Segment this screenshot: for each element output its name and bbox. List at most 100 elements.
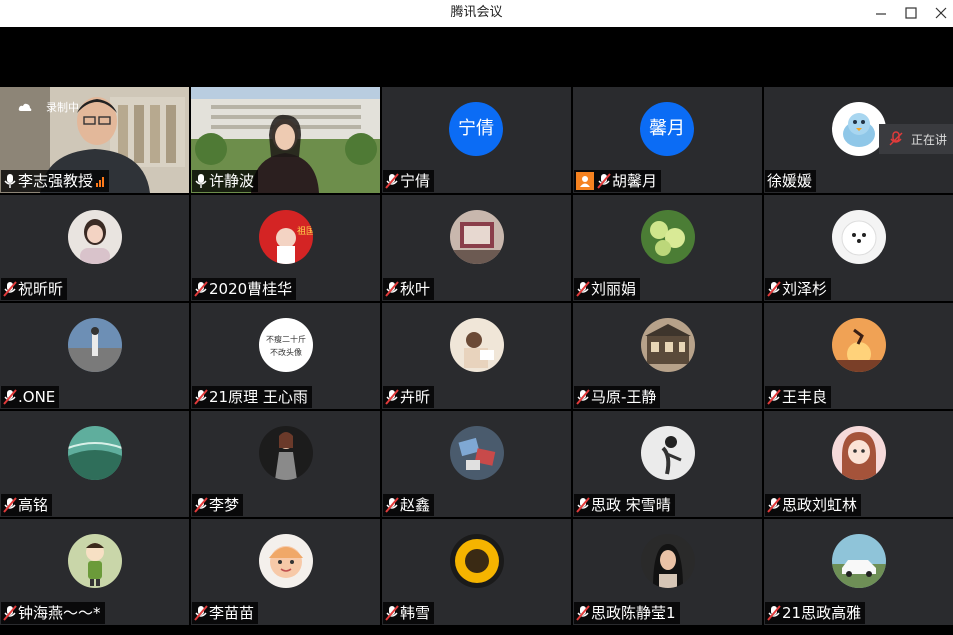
text-avatar: 馨月 bbox=[640, 102, 694, 156]
blue-cards-avatar bbox=[450, 426, 504, 480]
participant-tile[interactable]: 韩雪 bbox=[382, 519, 571, 625]
participant-grid: 录制中 李志强教授 许静波 宁倩 宁倩 馨月 胡馨月 徐媛媛 祝昕昕 祖国 2020曹桂华 秋叶 刘丽娟… bbox=[0, 87, 953, 627]
sunflower-avatar bbox=[450, 534, 504, 588]
muted-mic-icon bbox=[194, 389, 208, 405]
muted-mic-icon bbox=[194, 281, 208, 297]
participant-nameplate: 2020曹桂华 bbox=[192, 278, 297, 300]
participant-tile[interactable]: 录制中 李志强教授 bbox=[0, 87, 189, 193]
participant-name: 徐媛媛 bbox=[767, 172, 813, 190]
participant-nameplate: 许静波 bbox=[192, 170, 259, 192]
speaking-indicator: 正在讲 bbox=[879, 124, 953, 154]
minimize-button[interactable] bbox=[866, 0, 896, 27]
participant-nameplate: 祝昕昕 bbox=[1, 278, 68, 300]
cartoon-bird-avatar bbox=[832, 102, 886, 156]
participant-tile[interactable]: 李苗苗 bbox=[191, 519, 380, 625]
minimize-icon bbox=[876, 13, 886, 15]
participant-name: 钟海燕～～* bbox=[18, 604, 101, 622]
participant-tile[interactable]: 刘泽杉 bbox=[764, 195, 953, 301]
recording-label: 录制中 bbox=[46, 101, 79, 114]
participant-nameplate: 刘泽杉 bbox=[765, 278, 832, 300]
cartoon-kid-avatar bbox=[68, 534, 122, 588]
participant-tile[interactable]: 王丰良 bbox=[764, 303, 953, 409]
participant-tile[interactable]: 思政陈静莹1 bbox=[573, 519, 762, 625]
participant-tile[interactable]: 钟海燕～～* bbox=[0, 519, 189, 625]
participant-tile[interactable]: 卉昕 bbox=[382, 303, 571, 409]
participant-name: .ONE bbox=[18, 388, 56, 406]
participant-name: 李苗苗 bbox=[209, 604, 255, 622]
fruit-tree-avatar bbox=[641, 210, 695, 264]
participant-tile[interactable]: 21思政高雅 bbox=[764, 519, 953, 625]
text-caption-avatar: 不瘦二十斤 不改头像 bbox=[259, 318, 313, 372]
muted-mic-icon bbox=[385, 389, 399, 405]
participant-name: 2020曹桂华 bbox=[209, 280, 293, 298]
participant-tile[interactable]: 祝昕昕 bbox=[0, 195, 189, 301]
participant-name: 卉昕 bbox=[400, 388, 431, 406]
microphone-icon bbox=[195, 174, 207, 188]
participant-name: 思政 宋雪晴 bbox=[591, 496, 671, 514]
old-house-avatar bbox=[641, 318, 695, 372]
participant-nameplate: 李梦 bbox=[192, 494, 244, 516]
participant-tile[interactable]: 马原-王静 bbox=[573, 303, 762, 409]
participant-name: 刘丽娟 bbox=[591, 280, 637, 298]
avatar-caption-line-1: 不瘦二十斤 bbox=[266, 335, 306, 344]
participant-name: 21原理 王心雨 bbox=[209, 388, 308, 406]
muted-mic-icon bbox=[576, 497, 590, 513]
muted-mic-icon bbox=[385, 281, 399, 297]
girl-portrait-avatar bbox=[68, 210, 122, 264]
cartoon-face-avatar bbox=[259, 534, 313, 588]
participant-nameplate: 刘丽娟 bbox=[574, 278, 641, 300]
participant-tile[interactable]: .ONE bbox=[0, 303, 189, 409]
participant-nameplate: 王丰良 bbox=[765, 386, 832, 408]
muted-mic-icon bbox=[3, 389, 17, 405]
participant-nameplate: 秋叶 bbox=[383, 278, 435, 300]
muted-mic-icon bbox=[767, 605, 781, 621]
speaking-label: 正在讲 bbox=[911, 132, 948, 147]
audio-level-icon bbox=[96, 175, 105, 187]
cloud-record-icon bbox=[18, 103, 32, 111]
muted-mic-icon bbox=[767, 497, 781, 513]
participant-tile[interactable]: 高铭 bbox=[0, 411, 189, 517]
muted-mic-icon bbox=[194, 605, 208, 621]
sunset-jump-avatar bbox=[832, 318, 886, 372]
participant-nameplate: 徐媛媛 bbox=[765, 170, 817, 192]
muted-mic-icon bbox=[3, 497, 17, 513]
participant-tile[interactable]: 秋叶 bbox=[382, 195, 571, 301]
close-button[interactable] bbox=[926, 0, 953, 27]
participant-name: 刘泽杉 bbox=[782, 280, 828, 298]
participant-tile[interactable]: 赵鑫 bbox=[382, 411, 571, 517]
participant-tile[interactable]: 思政刘虹林 bbox=[764, 411, 953, 517]
close-icon bbox=[935, 7, 947, 19]
maximize-button[interactable] bbox=[896, 0, 926, 27]
muted-mic-icon bbox=[3, 605, 17, 621]
recording-indicator: 录制中 bbox=[18, 99, 79, 115]
muted-mic-icon bbox=[385, 605, 399, 621]
participant-nameplate: 赵鑫 bbox=[383, 494, 435, 516]
participant-nameplate: 李苗苗 bbox=[192, 602, 259, 624]
participant-name: 思政刘虹林 bbox=[782, 496, 858, 514]
green-landscape-avatar bbox=[68, 426, 122, 480]
participant-tile[interactable]: 许静波 bbox=[191, 87, 380, 193]
participant-name: 秋叶 bbox=[400, 280, 431, 298]
participant-nameplate: 思政陈静莹1 bbox=[574, 602, 680, 624]
window-title: 腾讯会议 bbox=[450, 5, 503, 20]
muted-mic-icon bbox=[385, 173, 399, 189]
participant-tile[interactable]: 李梦 bbox=[191, 411, 380, 517]
participant-tile[interactable]: 刘丽娟 bbox=[573, 195, 762, 301]
muted-mic-icon bbox=[576, 389, 590, 405]
muted-mic-icon bbox=[385, 497, 399, 513]
participant-name: 许静波 bbox=[209, 172, 255, 190]
participant-name: 李梦 bbox=[209, 496, 240, 514]
participant-tile[interactable]: 宁倩 宁倩 bbox=[382, 87, 571, 193]
text-avatar: 宁倩 bbox=[449, 102, 503, 156]
anime-girl-avatar bbox=[832, 426, 886, 480]
participant-name: 胡馨月 bbox=[612, 172, 658, 190]
microphone-icon bbox=[4, 174, 16, 188]
participant-tile[interactable]: 祖国 2020曹桂华 bbox=[191, 195, 380, 301]
participant-tile[interactable]: 馨月胡馨月 bbox=[573, 87, 762, 193]
participant-tile[interactable]: 不瘦二十斤不改头像 21原理 王心雨 bbox=[191, 303, 380, 409]
avatar-caption-line-2: 不改头像 bbox=[270, 348, 302, 357]
participant-nameplate: 马原-王静 bbox=[574, 386, 661, 408]
participant-tile[interactable]: 思政 宋雪晴 bbox=[573, 411, 762, 517]
muted-mic-icon bbox=[597, 173, 611, 189]
participant-nameplate: 韩雪 bbox=[383, 602, 435, 624]
